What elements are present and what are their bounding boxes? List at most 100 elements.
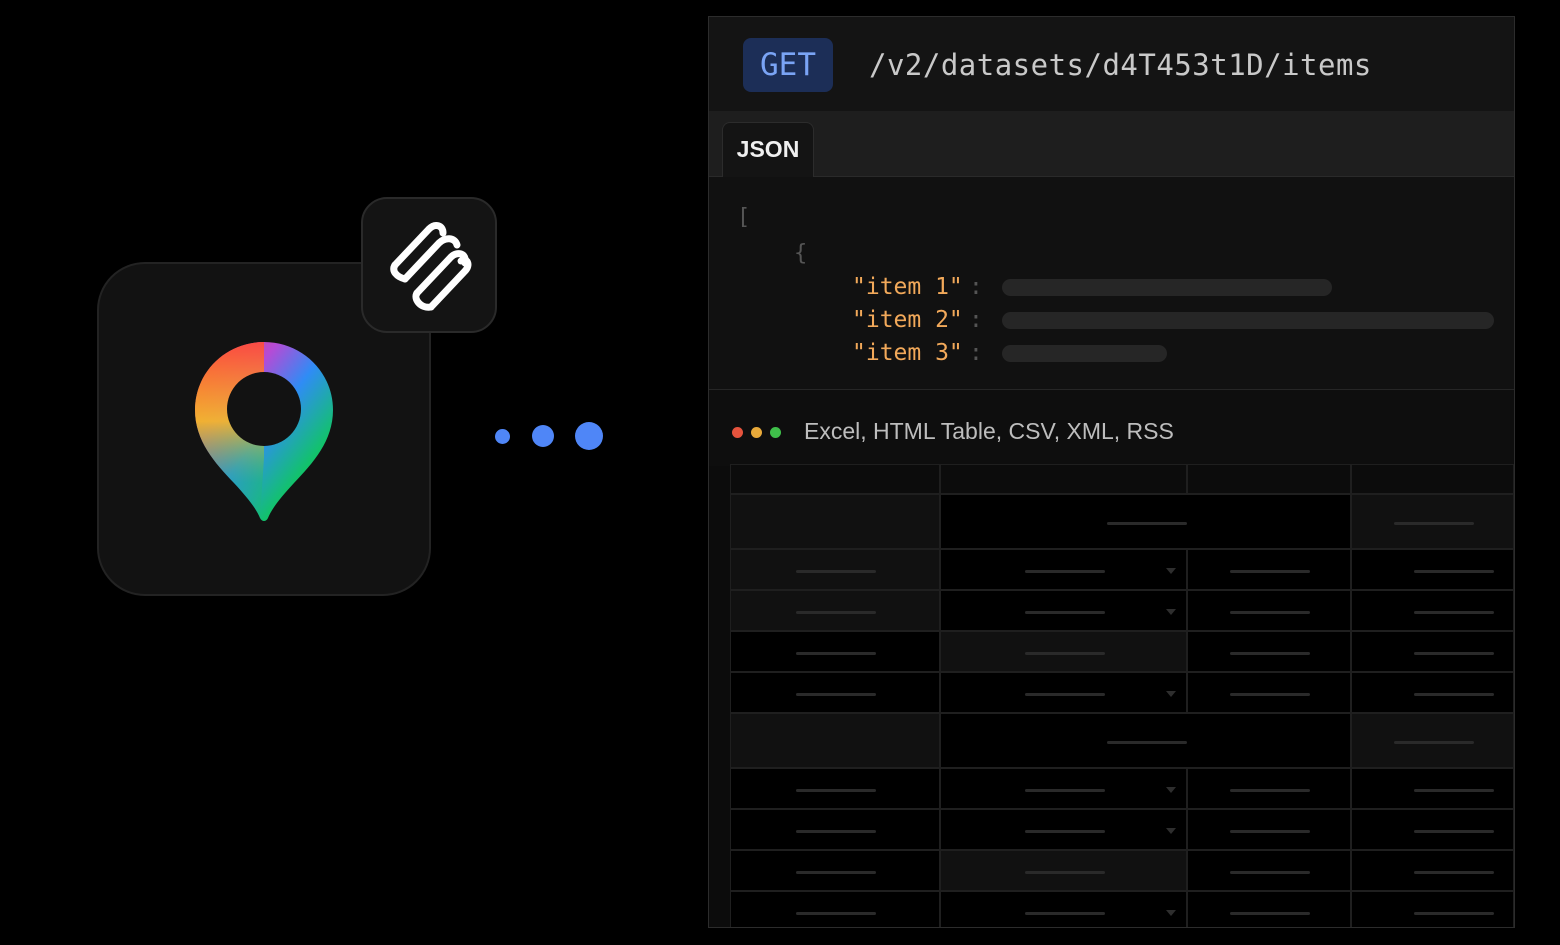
table-cell [1351, 809, 1514, 850]
cell-value-placeholder [1024, 788, 1105, 792]
table-cell [730, 672, 940, 713]
table-cell [1351, 464, 1514, 494]
cell-value-placeholder [1413, 870, 1494, 874]
dropdown-caret-icon [1166, 909, 1176, 916]
cell-value-placeholder [1413, 911, 1494, 915]
tab-json[interactable]: JSON [722, 122, 814, 177]
table-cell [1187, 850, 1351, 891]
cell-value-placeholder [1393, 740, 1474, 744]
cell-value-placeholder [1230, 610, 1310, 614]
table-cell [940, 494, 1351, 549]
dropdown-caret-icon [1166, 690, 1176, 697]
table-cell [1187, 590, 1351, 631]
table-cell [730, 631, 940, 672]
cell-value-placeholder [1024, 829, 1105, 833]
cell-value-placeholder [1024, 651, 1105, 655]
json-colon: : [969, 340, 983, 366]
map-pin-icon [195, 342, 333, 521]
table-cell [730, 809, 940, 850]
cell-value-placeholder [1230, 651, 1310, 655]
table-cell [1351, 631, 1514, 672]
cell-value-placeholder [1230, 870, 1310, 874]
table-cell [940, 672, 1187, 713]
export-formats-label: Excel, HTML Table, CSV, XML, RSS [804, 418, 1174, 444]
format-tab-bar: JSON [709, 111, 1514, 177]
table-cell [940, 549, 1187, 590]
table-cell [730, 891, 940, 927]
table-cell [1187, 768, 1351, 809]
dropdown-caret-icon [1166, 786, 1176, 793]
table-cell [1187, 809, 1351, 850]
table-cell [730, 549, 940, 590]
cell-value-placeholder [1024, 911, 1105, 915]
dropdown-caret-icon [1166, 608, 1176, 615]
table-cell [940, 850, 1187, 891]
connector-dot-medium [532, 425, 554, 447]
cell-value-placeholder [1413, 651, 1494, 655]
apify-badge [361, 197, 497, 333]
request-bar: GET /v2/datasets/d4T453t1D/items [709, 17, 1514, 112]
table-cell [940, 631, 1187, 672]
table-preview [730, 464, 1514, 927]
cell-value-placeholder [796, 651, 876, 655]
cell-value-placeholder [796, 829, 876, 833]
table-cell [1351, 891, 1514, 927]
endpoint-url[interactable]: /v2/datasets/d4T453t1D/items [869, 38, 1372, 92]
json-preview: [ { "item 1" : "item 2" : "item 3" : [709, 177, 1514, 389]
cell-value-placeholder [1230, 692, 1310, 696]
connector-dot-large [575, 422, 603, 450]
table-cell [730, 494, 940, 549]
json-colon: : [969, 274, 983, 300]
table-cell [1187, 631, 1351, 672]
window-dot-yellow [751, 427, 762, 438]
table-cell [1187, 549, 1351, 590]
cell-value-placeholder [796, 692, 876, 696]
cell-value-placeholder [1106, 521, 1187, 525]
cell-value-placeholder [796, 911, 876, 915]
export-formats-bar: Excel, HTML Table, CSV, XML, RSS [709, 389, 1514, 466]
table-cell [940, 768, 1187, 809]
json-colon: : [969, 307, 983, 333]
dropdown-caret-icon [1166, 567, 1176, 574]
cell-value-placeholder [1230, 569, 1310, 573]
table-cell [730, 590, 940, 631]
cell-value-placeholder [1024, 569, 1105, 573]
table-cell [940, 891, 1187, 927]
cell-value-placeholder [1230, 829, 1310, 833]
value-placeholder [1002, 279, 1332, 296]
value-placeholder [1002, 345, 1167, 362]
apify-logo-icon [390, 222, 472, 311]
table-cell [1351, 672, 1514, 713]
table-cell [1187, 464, 1351, 494]
json-open-bracket: [ [737, 205, 751, 230]
table-cell [1351, 590, 1514, 631]
connector-dot-small [495, 429, 510, 444]
cell-value-placeholder [1413, 788, 1494, 792]
table-cell [1187, 891, 1351, 927]
cell-value-placeholder [796, 569, 876, 573]
cell-value-placeholder [1024, 870, 1105, 874]
value-placeholder [1002, 312, 1494, 329]
table-cell [730, 768, 940, 809]
http-method-badge[interactable]: GET [743, 38, 833, 92]
json-open-brace: { [794, 241, 808, 266]
table-cell [1351, 768, 1514, 809]
table-cell [1351, 713, 1514, 768]
json-key: "item 2" [852, 307, 963, 333]
api-output-panel: GET /v2/datasets/d4T453t1D/items JSON [ … [708, 16, 1515, 928]
table-cell [1351, 549, 1514, 590]
table-cell [1351, 494, 1514, 549]
dropdown-caret-icon [1166, 827, 1176, 834]
table-cell [940, 590, 1187, 631]
cell-value-placeholder [1413, 610, 1494, 614]
table-cell [940, 464, 1187, 494]
table-cell [940, 713, 1351, 768]
cell-value-placeholder [1024, 692, 1105, 696]
cell-value-placeholder [1413, 569, 1494, 573]
cell-value-placeholder [1413, 829, 1494, 833]
table-cell [1187, 672, 1351, 713]
table-cell [1351, 850, 1514, 891]
cell-value-placeholder [796, 610, 876, 614]
json-key: "item 1" [852, 274, 963, 300]
cell-value-placeholder [1230, 788, 1310, 792]
